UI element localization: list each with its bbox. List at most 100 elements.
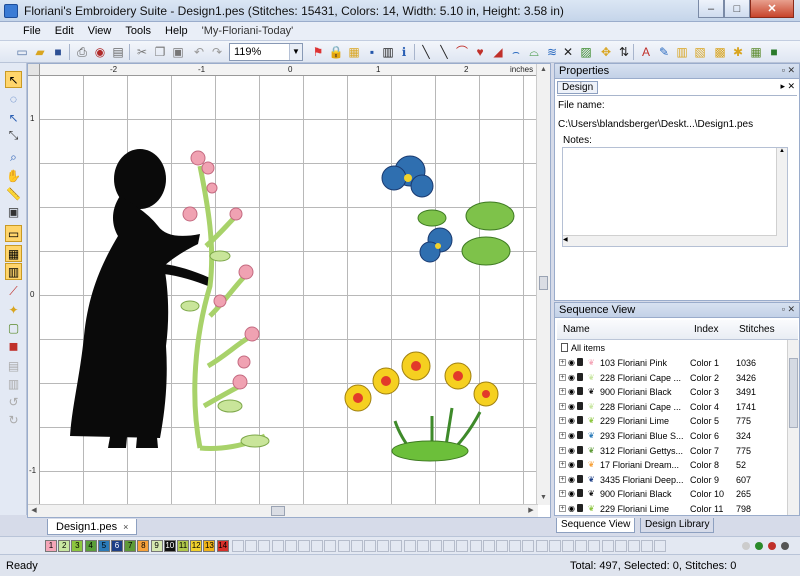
copy-icon[interactable]: ❐ xyxy=(152,44,168,60)
eye-icon[interactable]: ◉ xyxy=(568,489,575,498)
palette-control-icon[interactable] xyxy=(742,542,750,550)
canvas-vertical-scrollbar[interactable]: ▲ ▼ xyxy=(536,64,550,505)
tab-design-library[interactable]: Design Library xyxy=(640,518,715,533)
sequence-scrollbar[interactable] xyxy=(787,340,799,515)
expand-icon[interactable]: + xyxy=(559,505,566,512)
sequence-row[interactable]: + ◉ ❦ 229 Floriani Lime Color 11 798 xyxy=(557,502,783,515)
eye-icon[interactable]: ◉ xyxy=(568,402,575,411)
sequence-row[interactable]: + ◉ ❦ 229 Floriani Lime Color 5 775 xyxy=(557,414,783,429)
eye-icon[interactable]: ◉ xyxy=(568,358,575,367)
empty-swatch[interactable] xyxy=(469,540,482,552)
menu-help[interactable]: Help xyxy=(158,25,195,37)
align-icon[interactable]: ⇅ xyxy=(616,44,632,60)
tab-design[interactable]: Design xyxy=(557,81,599,94)
menu-file[interactable]: File xyxy=(16,25,48,37)
zigzag-tool-icon[interactable]: ≋ xyxy=(544,44,560,60)
move-icon[interactable]: ✥ xyxy=(598,44,614,60)
select-arrow-icon[interactable]: ↖ xyxy=(5,71,22,88)
color-swatch[interactable]: 6 xyxy=(111,540,123,552)
empty-swatch[interactable] xyxy=(298,540,310,552)
horizontal-scroll-thumb[interactable] xyxy=(271,506,285,516)
all-items-row[interactable]: All items xyxy=(561,343,605,353)
empty-swatch[interactable] xyxy=(232,540,244,552)
empty-swatch[interactable] xyxy=(284,540,297,552)
tab-sequence-view[interactable]: Sequence View xyxy=(556,518,636,533)
color-swatch[interactable]: 9 xyxy=(150,540,163,552)
print-icon[interactable]: ⎙ xyxy=(74,44,90,60)
zoom-icon[interactable]: ⌕ xyxy=(5,149,22,166)
empty-swatch[interactable] xyxy=(430,540,442,552)
expand-icon[interactable]: + xyxy=(559,388,566,396)
expand-icon[interactable]: + xyxy=(559,402,566,410)
applique-icon[interactable]: ▥ xyxy=(674,44,690,60)
column-index[interactable]: Index xyxy=(694,324,718,335)
color-swatch[interactable]: 5 xyxy=(97,540,110,552)
paste-icon[interactable]: ▣ xyxy=(170,44,186,60)
panel-pin-close-icon[interactable]: ▫ ✕ xyxy=(782,304,795,315)
monogram-icon[interactable]: ✎ xyxy=(656,44,672,60)
measure-icon[interactable]: 📏 xyxy=(5,185,22,202)
wave-tool-icon[interactable]: ⌢ xyxy=(508,44,524,60)
fill-tool-icon[interactable]: ▨ xyxy=(578,44,594,60)
color-swatch[interactable]: 3 xyxy=(71,540,84,552)
line-tool-icon[interactable]: ╲ xyxy=(418,44,434,60)
point-select-icon[interactable]: ↖ xyxy=(5,109,22,126)
empty-swatch[interactable] xyxy=(245,540,258,552)
connect-icon[interactable]: ⟋ xyxy=(5,283,22,300)
expand-icon[interactable]: + xyxy=(559,432,566,439)
eye-icon[interactable]: ◉ xyxy=(568,446,575,455)
background-icon[interactable]: ▥ xyxy=(5,375,22,392)
stitch-player-icon[interactable]: ◉ xyxy=(92,44,108,60)
palette-control-icon[interactable] xyxy=(768,542,776,550)
heart-tool-icon[interactable]: ♥ xyxy=(472,44,488,60)
empty-swatch[interactable] xyxy=(548,540,561,552)
sequence-row[interactable]: + ◉ ❦ 3435 Floriani Deep... Color 9 607 xyxy=(557,473,783,488)
empty-swatch[interactable] xyxy=(403,540,416,552)
scroll-left-icon[interactable]: ◀ xyxy=(28,505,40,517)
menu-tools[interactable]: Tools xyxy=(118,25,158,37)
scroll-right-icon[interactable]: ▶ xyxy=(525,505,537,517)
lock-icon[interactable] xyxy=(577,372,583,381)
info-icon[interactable]: ℹ xyxy=(396,44,412,60)
curve-tool-icon[interactable]: ╲ xyxy=(436,44,452,60)
empty-swatch[interactable] xyxy=(377,540,390,552)
color-swatch[interactable]: 1 xyxy=(45,540,57,552)
empty-swatch[interactable] xyxy=(390,540,403,552)
rotate-right-icon[interactable]: ↻ xyxy=(5,411,22,428)
canvas-horizontal-scrollbar[interactable]: ◀ ▶ xyxy=(28,504,538,517)
reshape-icon[interactable]: ⤡ xyxy=(5,127,22,144)
empty-swatch[interactable] xyxy=(588,540,601,552)
empty-swatch[interactable] xyxy=(509,540,522,552)
lasso-icon[interactable]: ◌ xyxy=(5,90,22,107)
sequence-row[interactable]: + ◉ ❦ 228 Floriani Cape ... Color 4 1741 xyxy=(557,400,783,415)
eye-icon[interactable]: ◉ xyxy=(568,475,575,484)
expand-icon[interactable]: + xyxy=(559,475,566,483)
ruler-view-icon[interactable]: ▥ xyxy=(5,263,22,280)
notes-vertical-scrollbar[interactable]: ▲ xyxy=(776,148,787,246)
column-name[interactable]: Name xyxy=(563,324,590,335)
lock-icon[interactable] xyxy=(577,401,583,410)
rotate-left-icon[interactable]: ↺ xyxy=(5,393,22,410)
undo-icon[interactable]: ↶ xyxy=(191,44,207,60)
design-icon[interactable]: ▪ xyxy=(364,44,380,60)
color-swatch[interactable]: 14 xyxy=(216,540,229,552)
scallop-tool-icon[interactable]: ⌓ xyxy=(526,44,542,60)
design-canvas[interactable]: -2 -1 0 1 2 inches 1 0 -1 ▲ ▼ ◀ ▶ xyxy=(27,63,551,518)
tab-design1[interactable]: Design1.pes × xyxy=(47,519,138,535)
lock-icon[interactable] xyxy=(577,387,583,396)
frame-icon[interactable]: ▧ xyxy=(692,44,708,60)
expand-icon[interactable]: + xyxy=(559,373,566,381)
empty-swatch[interactable] xyxy=(562,540,574,552)
lock-icon[interactable] xyxy=(577,416,583,425)
tab-scroll-icon[interactable]: ▸ ✕ xyxy=(780,81,795,92)
maximize-button[interactable]: □ xyxy=(724,0,750,18)
text-icon[interactable]: A xyxy=(638,44,654,60)
grid-view-icon[interactable]: ▦ xyxy=(5,245,22,262)
empty-swatch[interactable] xyxy=(271,540,284,552)
empty-swatch[interactable] xyxy=(641,540,654,552)
scroll-up-icon[interactable]: ▲ xyxy=(538,64,549,76)
eye-icon[interactable]: ◉ xyxy=(568,460,575,469)
open-folder-icon[interactable]: ▰ xyxy=(32,44,48,60)
empty-swatch[interactable] xyxy=(535,540,548,552)
expand-icon[interactable]: + xyxy=(559,490,566,498)
